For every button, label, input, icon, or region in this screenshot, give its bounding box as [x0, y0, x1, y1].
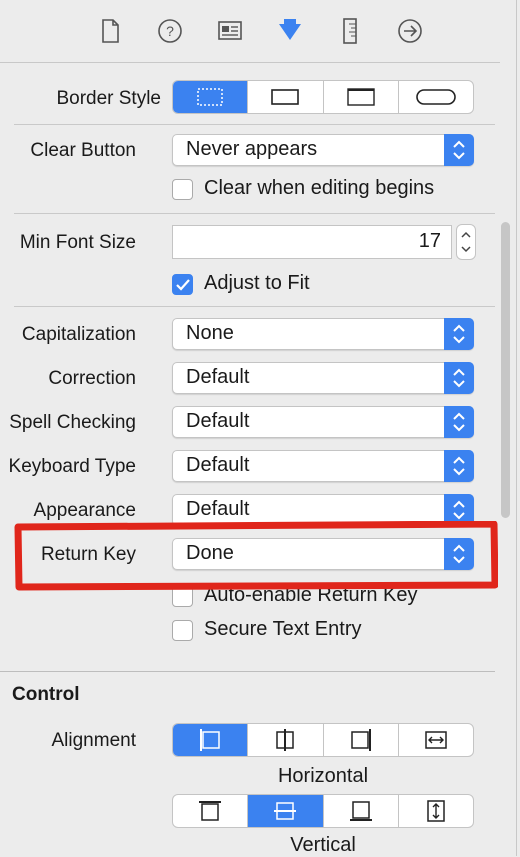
- appearance-label: Appearance: [33, 500, 136, 521]
- popup-arrows-icon: [444, 538, 474, 570]
- auto-enable-return-key-checkbox[interactable]: [172, 586, 193, 607]
- clear-button-label: Clear Button: [30, 140, 136, 161]
- align-fill-horizontal-segment[interactable]: [397, 724, 473, 756]
- spell-checking-value: Default: [186, 410, 250, 432]
- min-font-size-stepper[interactable]: [456, 224, 476, 260]
- popup-arrows-icon: [444, 406, 474, 438]
- popup-arrows-icon: [444, 362, 474, 394]
- min-font-size-field[interactable]: 17: [172, 225, 452, 259]
- clear-when-editing-label: Clear when editing begins: [204, 177, 435, 199]
- align-center-segment[interactable]: [247, 724, 322, 756]
- horizontal-alignment-control[interactable]: [172, 723, 474, 757]
- return-key-label: Return Key: [40, 544, 136, 565]
- border-style-rounded-segment[interactable]: [397, 81, 473, 113]
- capitalization-value: None: [186, 322, 234, 344]
- align-middle-segment[interactable]: [247, 795, 323, 827]
- correction-popup[interactable]: Default: [172, 362, 474, 394]
- spell-checking-popup[interactable]: Default: [172, 406, 474, 438]
- scrollbar-thumb[interactable]: [501, 222, 510, 518]
- adjust-to-fit-checkbox[interactable]: [172, 274, 193, 295]
- alignment-label: Alignment: [51, 730, 137, 751]
- align-top-segment[interactable]: [173, 795, 247, 827]
- align-bottom-segment[interactable]: [322, 795, 398, 827]
- return-key-popup[interactable]: Done: [172, 538, 474, 570]
- separator: [14, 306, 495, 307]
- capitalization-label: Capitalization: [21, 324, 136, 345]
- separator: [14, 213, 495, 214]
- popup-arrows-icon: [444, 134, 474, 166]
- file-inspector-icon[interactable]: [95, 16, 125, 46]
- correction-value: Default: [186, 366, 250, 388]
- popup-arrows-icon: [444, 318, 474, 350]
- return-key-value: Done: [186, 542, 234, 564]
- clear-when-editing-checkbox[interactable]: [172, 179, 193, 200]
- inspector-toolbar: ?: [0, 0, 500, 63]
- vertical-alignment-control[interactable]: [172, 794, 474, 828]
- secure-text-entry-checkbox[interactable]: [172, 620, 193, 641]
- clear-button-popup[interactable]: Never appears: [172, 134, 474, 166]
- attributes-panel: Border Style Clear Button Never appears: [0, 63, 495, 856]
- appearance-popup[interactable]: Default: [172, 494, 474, 526]
- correction-label: Correction: [48, 368, 136, 389]
- quick-help-icon[interactable]: ?: [155, 16, 185, 46]
- size-inspector-icon[interactable]: [335, 16, 365, 46]
- border-style-segmented-control[interactable]: [172, 80, 474, 114]
- keyboard-type-value: Default: [186, 454, 250, 476]
- svg-text:?: ?: [166, 23, 174, 39]
- keyboard-type-popup[interactable]: Default: [172, 450, 474, 482]
- spell-checking-label: Spell Checking: [9, 412, 136, 433]
- border-style-line-segment[interactable]: [247, 81, 322, 113]
- section-separator: [0, 671, 495, 672]
- keyboard-type-label: Keyboard Type: [8, 456, 136, 477]
- border-style-label: Border Style: [56, 88, 161, 109]
- inspector-window: ? Border Style Clear Button Never appear…: [0, 0, 517, 856]
- identity-inspector-icon[interactable]: [215, 16, 245, 46]
- align-fill-vertical-segment[interactable]: [397, 795, 473, 827]
- adjust-to-fit-label: Adjust to Fit: [204, 272, 310, 294]
- secure-text-entry-label: Secure Text Entry: [204, 618, 362, 640]
- popup-arrows-icon: [444, 494, 474, 526]
- connections-inspector-icon[interactable]: [395, 16, 425, 46]
- attributes-inspector-icon[interactable]: [275, 16, 305, 46]
- auto-enable-return-key-label: Auto-enable Return Key: [204, 584, 418, 606]
- border-style-none-segment[interactable]: [173, 81, 248, 113]
- align-left-segment[interactable]: [173, 724, 248, 756]
- min-font-size-value: 17: [418, 230, 441, 252]
- border-style-bezel-segment[interactable]: [322, 81, 398, 113]
- control-section-title: Control: [12, 684, 80, 705]
- min-font-size-label: Min Font Size: [19, 232, 136, 253]
- appearance-value: Default: [186, 498, 250, 520]
- separator: [14, 124, 495, 125]
- clear-button-value: Never appears: [186, 138, 318, 160]
- horizontal-caption: Horizontal: [277, 765, 369, 787]
- align-right-segment[interactable]: [322, 724, 398, 756]
- capitalization-popup[interactable]: None: [172, 318, 474, 350]
- vertical-scrollbar[interactable]: [497, 222, 515, 522]
- vertical-caption: Vertical: [290, 834, 356, 856]
- popup-arrows-icon: [444, 450, 474, 482]
